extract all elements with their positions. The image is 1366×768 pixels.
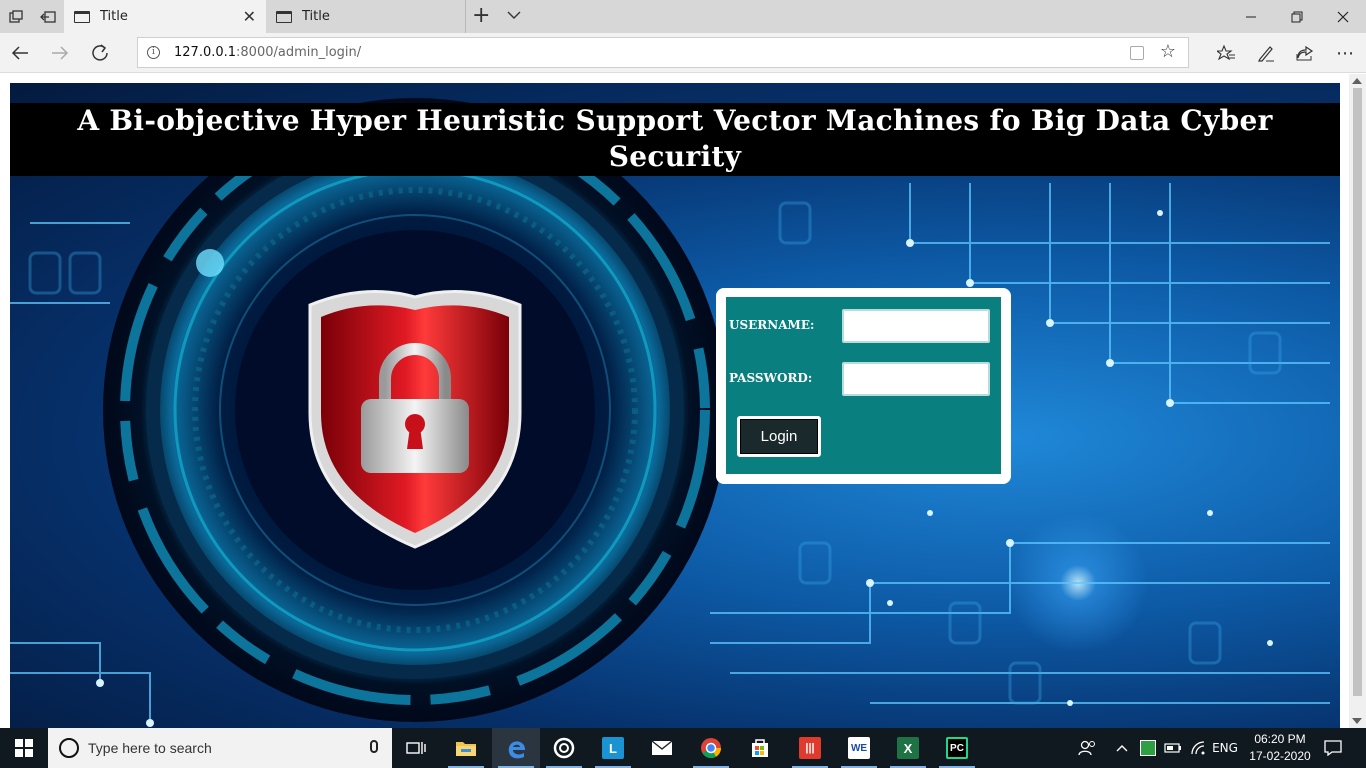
chevron-up-icon[interactable] xyxy=(1110,728,1134,768)
refresh-button[interactable] xyxy=(84,38,116,68)
app-l-label: L xyxy=(602,737,624,759)
scroll-down-arrow-icon[interactable] xyxy=(1352,718,1362,724)
system-clock[interactable]: 06:20 PM 17-02-2020 xyxy=(1244,731,1316,765)
forward-button[interactable] xyxy=(44,38,76,68)
app-ring-icon[interactable] xyxy=(540,728,588,768)
address-bar[interactable]: i 127.0.0.1:8000/admin_login/ ☆ xyxy=(137,37,1189,68)
language-indicator[interactable]: ENG xyxy=(1210,728,1240,768)
start-button[interactable] xyxy=(0,728,48,768)
app-l-icon[interactable]: L xyxy=(589,728,637,768)
back-button[interactable] xyxy=(4,38,36,68)
page-icon xyxy=(276,10,292,23)
url-host: 127.0.0.1 xyxy=(174,45,237,60)
favorites-list-icon[interactable] xyxy=(1208,38,1244,68)
file-explorer-icon[interactable] xyxy=(442,728,490,768)
app-we-icon[interactable]: WE xyxy=(835,728,883,768)
favorite-star-icon[interactable]: ☆ xyxy=(1160,41,1176,62)
new-tab-button[interactable]: + xyxy=(472,3,490,29)
mail-icon[interactable] xyxy=(638,728,686,768)
clock-time: 06:20 PM xyxy=(1254,732,1306,746)
tab-active[interactable]: Title ✕ xyxy=(64,0,266,33)
scroll-up-arrow-icon[interactable] xyxy=(1352,78,1362,84)
app-bars-icon[interactable]: ||| xyxy=(786,728,834,768)
tab-title: Title xyxy=(100,9,128,24)
taskbar-search[interactable]: Type here to search xyxy=(48,728,392,768)
close-tab-icon[interactable]: ✕ xyxy=(243,7,256,26)
battery-icon[interactable] xyxy=(1160,728,1186,768)
tab-manager-icon[interactable] xyxy=(0,0,32,33)
set-aside-tabs-icon[interactable] xyxy=(32,0,64,33)
excel-icon[interactable]: X xyxy=(884,728,932,768)
pycharm-icon[interactable]: PC xyxy=(933,728,981,768)
info-icon[interactable]: i xyxy=(147,46,160,59)
store-icon[interactable] xyxy=(736,728,784,768)
tray-app-icon[interactable] xyxy=(1136,728,1160,768)
tab-title: Title xyxy=(302,9,330,24)
pen-icon[interactable] xyxy=(1248,38,1284,68)
vertical-scrollbar[interactable] xyxy=(1349,74,1366,728)
restore-button[interactable] xyxy=(1274,0,1320,33)
page-icon xyxy=(74,10,90,23)
chevron-down-icon[interactable] xyxy=(506,4,522,30)
app-we-label: WE xyxy=(848,737,870,759)
people-icon[interactable] xyxy=(1072,728,1102,768)
navigation-bar: i 127.0.0.1:8000/admin_login/ ☆ ⋯ xyxy=(0,33,1366,73)
hero-background: A Bi-objective Hyper Heuristic Support V… xyxy=(10,83,1340,728)
close-window-button[interactable] xyxy=(1320,0,1366,33)
username-input[interactable] xyxy=(842,309,990,343)
password-input[interactable] xyxy=(842,362,990,396)
search-placeholder: Type here to search xyxy=(88,740,212,756)
clock-date: 17-02-2020 xyxy=(1249,749,1311,763)
wifi-icon[interactable] xyxy=(1186,728,1210,768)
windows-logo-icon xyxy=(15,739,33,757)
share-icon[interactable] xyxy=(1287,38,1323,68)
tab-inactive[interactable]: Title xyxy=(266,0,466,33)
url-path: :8000/admin_login/ xyxy=(236,45,362,60)
login-form: USERNAME: PASSWORD: Login xyxy=(726,297,1001,474)
tab-strip: Title ✕ Title + xyxy=(0,0,1366,33)
task-view-icon[interactable] xyxy=(392,728,440,768)
microphone-icon[interactable] xyxy=(370,740,378,753)
edge-icon[interactable] xyxy=(492,728,540,768)
taskbar: Type here to search L ||| WE X PC ENG 06… xyxy=(0,728,1366,768)
password-label: PASSWORD: xyxy=(729,371,813,385)
more-menu-icon[interactable]: ⋯ xyxy=(1327,38,1363,68)
circuit-background xyxy=(10,98,1330,727)
notifications-icon[interactable] xyxy=(1318,728,1348,768)
cortana-icon xyxy=(59,738,79,758)
pycharm-label: PC xyxy=(946,737,968,759)
url-text[interactable]: 127.0.0.1:8000/admin_login/ xyxy=(174,45,361,60)
page-title: A Bi-objective Hyper Heuristic Support V… xyxy=(77,104,1273,173)
minimize-button[interactable] xyxy=(1228,0,1274,33)
chrome-icon[interactable] xyxy=(687,728,735,768)
scroll-thumb[interactable] xyxy=(1353,88,1362,696)
login-button[interactable]: Login xyxy=(737,416,821,457)
excel-label: X xyxy=(897,737,919,759)
page-viewport: A Bi-objective Hyper Heuristic Support V… xyxy=(0,74,1366,728)
reading-view-icon[interactable] xyxy=(1130,46,1144,60)
username-label: USERNAME: xyxy=(729,318,815,332)
login-card: USERNAME: PASSWORD: Login xyxy=(716,288,1011,484)
